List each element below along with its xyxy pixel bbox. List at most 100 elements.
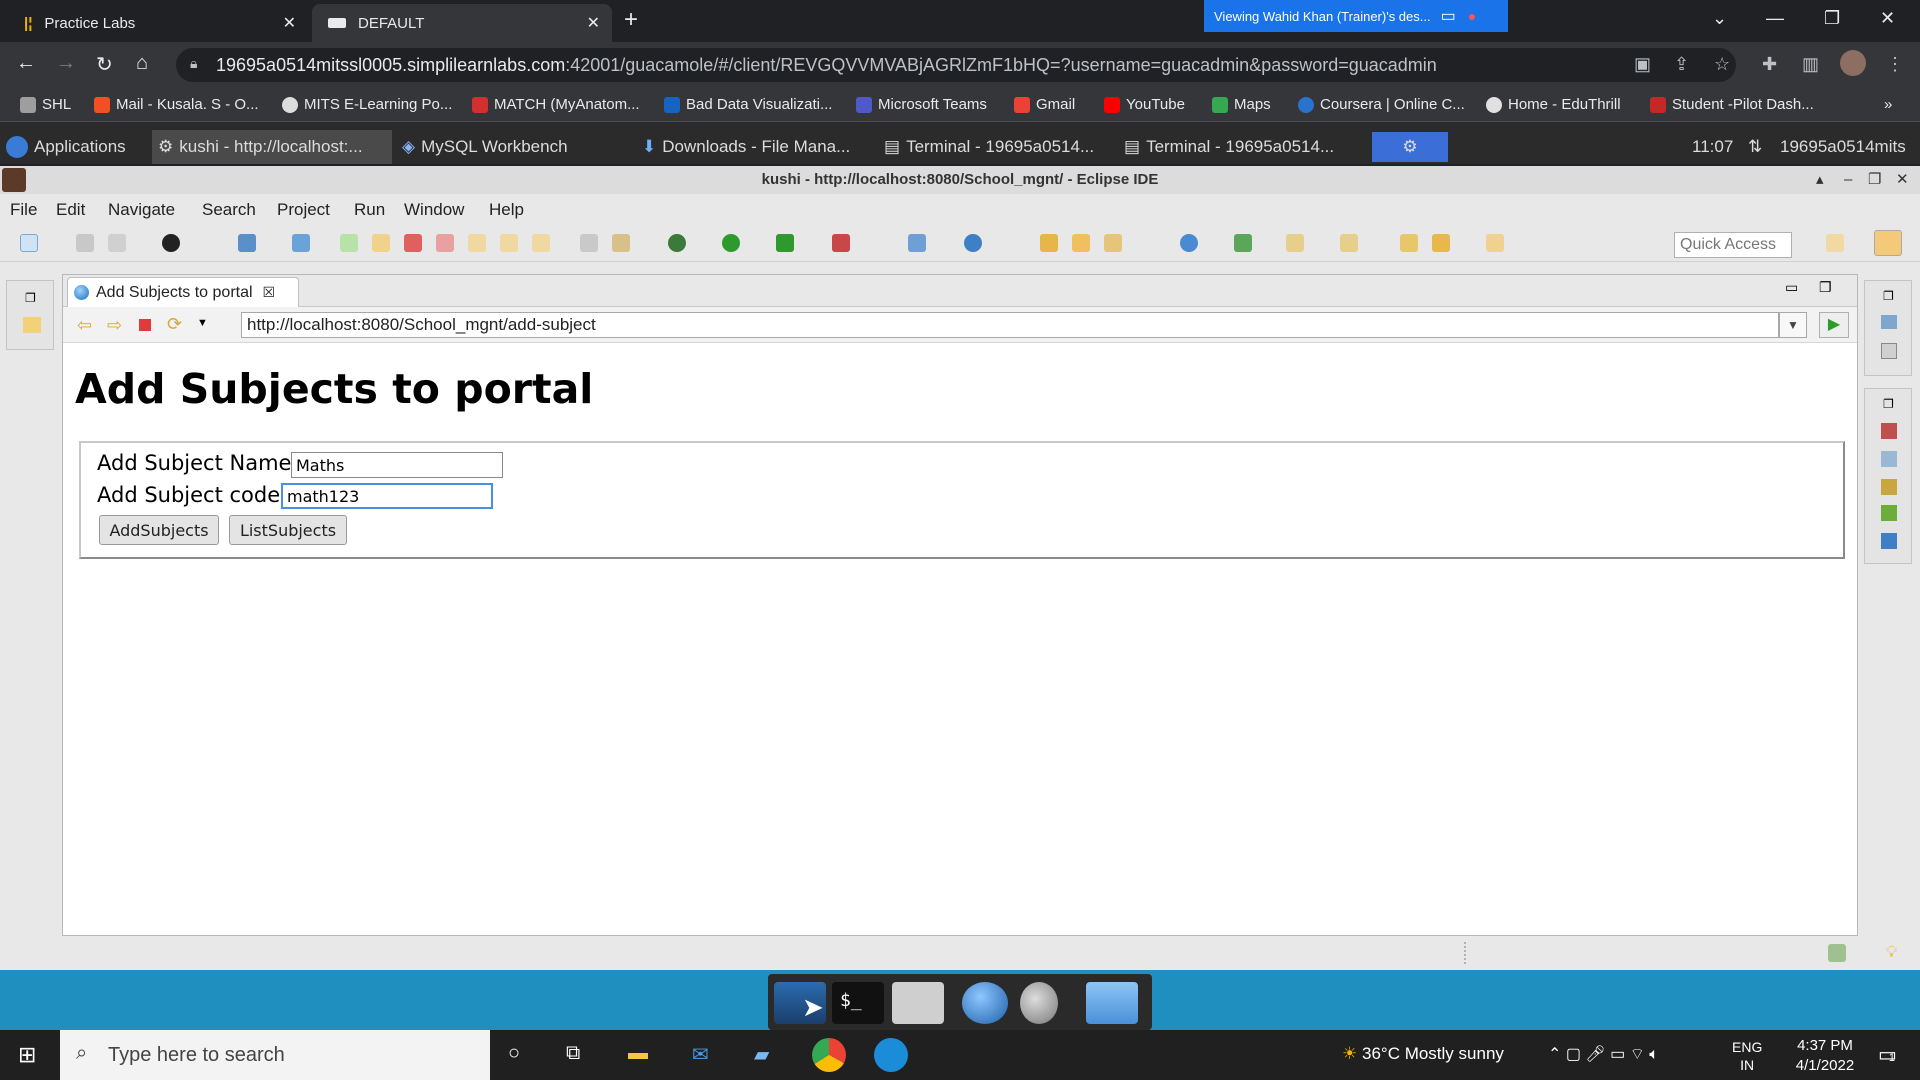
- windows-start-icon[interactable]: ⊞: [18, 1042, 36, 1068]
- open-type-icon[interactable]: [1040, 234, 1058, 252]
- task-list-icon[interactable]: [1881, 343, 1897, 359]
- star-icon[interactable]: ☆: [1714, 54, 1730, 75]
- properties-icon[interactable]: [1881, 451, 1897, 467]
- close-icon[interactable]: ✕: [283, 13, 296, 33]
- last-edit-icon[interactable]: [1400, 234, 1418, 252]
- search-tool-icon[interactable]: [1104, 234, 1122, 252]
- restore-icon[interactable]: ❐: [1883, 397, 1894, 411]
- weather-widget[interactable]: ☀︎ 36°C Mostly sunny: [1342, 1044, 1504, 1064]
- back-nav-icon[interactable]: [1432, 234, 1450, 252]
- terminate-icon[interactable]: [404, 234, 422, 252]
- address-bar[interactable]: 🔒︎ 19695a0514mitssl0005.simplilearnlabs.…: [176, 48, 1736, 82]
- coverage-icon[interactable]: [776, 234, 794, 252]
- reload-icon[interactable]: ↻: [96, 52, 113, 77]
- minimize-icon[interactable]: ▭: [1785, 279, 1798, 296]
- browser-icon[interactable]: [1180, 234, 1198, 252]
- maximize-icon[interactable]: ❐: [1819, 279, 1832, 296]
- resume-icon[interactable]: [340, 234, 358, 252]
- close-icon[interactable]: ☒: [263, 284, 276, 301]
- windows-search-input[interactable]: ⌕ Type here to search: [60, 1030, 490, 1080]
- next-annotation-icon[interactable]: [1286, 234, 1304, 252]
- task-mysql-workbench[interactable]: ◈ MySQL Workbench: [396, 130, 568, 164]
- bookmark-bad-data[interactable]: Bad Data Visualizati...: [664, 96, 832, 113]
- bookmark-student-pilot[interactable]: Student -Pilot Dash...: [1650, 96, 1814, 113]
- restore-icon[interactable]: ❐: [1824, 8, 1840, 29]
- new-class-icon[interactable]: [964, 234, 982, 252]
- progress-icon[interactable]: [1828, 944, 1846, 962]
- project-explorer-icon[interactable]: [23, 317, 41, 333]
- sync-icon[interactable]: [1234, 234, 1252, 252]
- menu-icon[interactable]: ⋮: [1886, 54, 1904, 75]
- minimize-icon[interactable]: –: [1844, 166, 1852, 194]
- menu-navigate[interactable]: Navigate: [108, 200, 175, 220]
- more-bookmarks-icon[interactable]: »: [1884, 96, 1892, 113]
- new-icon[interactable]: [20, 234, 38, 252]
- task-terminal-2[interactable]: ▤ Terminal - 19695a0514...: [1118, 130, 1334, 164]
- new-server-icon[interactable]: [908, 234, 926, 252]
- disconnect-icon[interactable]: [436, 234, 454, 252]
- step-over-icon[interactable]: [500, 234, 518, 252]
- open-perspective-icon[interactable]: [1826, 234, 1844, 252]
- open-task-icon[interactable]: [1072, 234, 1090, 252]
- new-tab-button[interactable]: +: [624, 6, 638, 34]
- bookmark-mits[interactable]: MITS E-Learning Po...: [282, 96, 452, 113]
- bookmark-gmail[interactable]: Gmail: [1014, 96, 1075, 113]
- save-icon[interactable]: [76, 234, 94, 252]
- language-indicator[interactable]: ENG IN: [1732, 1038, 1762, 1074]
- home-folder-icon[interactable]: [892, 982, 944, 1024]
- close-icon[interactable]: ✕: [1896, 166, 1909, 194]
- web-browser-icon[interactable]: [962, 982, 1008, 1024]
- bookmark-eduthrill[interactable]: Home - EduThrill: [1486, 96, 1621, 113]
- clipboard-icon[interactable]: ▣: [1634, 54, 1651, 75]
- restore-icon[interactable]: ❐: [1883, 289, 1894, 303]
- app-icon[interactable]: ▰: [754, 1042, 769, 1067]
- menu-edit[interactable]: Edit: [56, 200, 85, 220]
- skip-breakpoints-icon[interactable]: [292, 234, 310, 252]
- tab-add-subjects[interactable]: Add Subjects to portal ☒: [67, 277, 299, 307]
- bookmark-mail[interactable]: Mail - Kusala. S - O...: [94, 96, 259, 113]
- mail-icon[interactable]: ✉: [692, 1042, 709, 1067]
- url-history-dropdown[interactable]: ▼: [1779, 312, 1807, 338]
- tab-default[interactable]: DEFAULT ✕: [312, 4, 612, 42]
- task-view-icon[interactable]: ⧉: [566, 1042, 580, 1065]
- chevron-down-icon[interactable]: ⌄: [1712, 8, 1727, 29]
- list-subjects-button[interactable]: ListSubjects: [229, 515, 347, 545]
- run-icon[interactable]: [722, 234, 740, 252]
- screen-share-banner[interactable]: Viewing Wahid Khan (Trainer)'s des... ▭ …: [1204, 0, 1508, 32]
- toggle-icon[interactable]: [612, 234, 630, 252]
- previous-annotation-icon[interactable]: [1340, 234, 1358, 252]
- bookmark-maps[interactable]: Maps: [1212, 96, 1271, 113]
- forward-icon[interactable]: →: [56, 52, 76, 75]
- forward-nav-icon[interactable]: [1486, 234, 1504, 252]
- file-explorer-icon[interactable]: ▬: [628, 1042, 648, 1065]
- terminal-icon[interactable]: $_: [832, 982, 884, 1024]
- chevron-down-icon[interactable]: ▼: [197, 317, 208, 329]
- forward-icon[interactable]: ⇨: [107, 315, 122, 336]
- back-icon[interactable]: ←: [16, 52, 36, 75]
- snippets-icon[interactable]: [1881, 505, 1897, 521]
- run-config-icon[interactable]: [162, 234, 180, 252]
- panel-user[interactable]: 19695a0514mits: [1774, 130, 1906, 164]
- refresh-icon[interactable]: ⟳: [167, 314, 182, 335]
- close-icon[interactable]: ✕: [587, 13, 600, 33]
- servers-icon[interactable]: [1881, 423, 1897, 439]
- tab-practice-labs[interactable]: |¦ Practice Labs ✕: [8, 4, 308, 42]
- menu-search[interactable]: Search: [202, 200, 256, 220]
- menu-window[interactable]: Window: [404, 200, 464, 220]
- menu-project[interactable]: Project: [277, 200, 330, 220]
- back-icon[interactable]: ⇦: [77, 315, 92, 336]
- clock[interactable]: 4:37 PM 4/1/2022: [1776, 1036, 1874, 1076]
- maximize-icon[interactable]: ▴: [1816, 166, 1824, 194]
- share-icon[interactable]: ⇪: [1674, 54, 1689, 75]
- cortana-icon[interactable]: ○: [508, 1042, 520, 1065]
- javaee-perspective-icon[interactable]: [1874, 230, 1902, 256]
- browser-url-input[interactable]: http://localhost:8080/School_mgnt/add-su…: [241, 312, 1779, 338]
- lightbulb-icon[interactable]: 💡︎: [1886, 944, 1897, 962]
- add-subjects-button[interactable]: AddSubjects: [99, 515, 219, 545]
- stop-icon[interactable]: [139, 319, 151, 331]
- restore-icon[interactable]: ❐: [25, 291, 36, 305]
- quick-access-input[interactable]: Quick Access: [1674, 232, 1792, 258]
- bookmark-youtube[interactable]: YouTube: [1104, 96, 1185, 113]
- chrome-icon[interactable]: [812, 1038, 846, 1072]
- subject-name-input[interactable]: [291, 452, 503, 478]
